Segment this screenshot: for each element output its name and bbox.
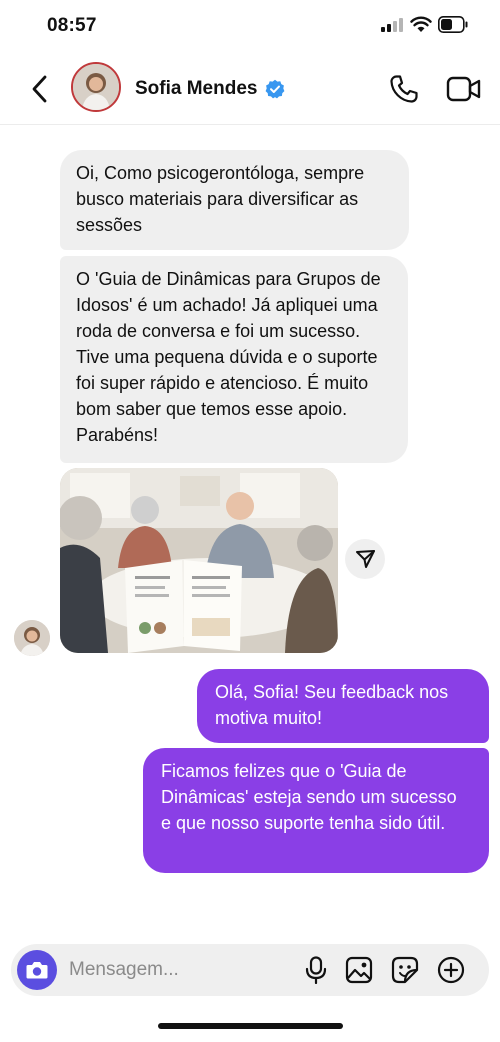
shared-photo[interactable] — [60, 468, 338, 653]
plus-icon[interactable] — [437, 956, 465, 984]
video-camera-icon[interactable] — [446, 73, 482, 105]
status-bar: 08:57 — [0, 0, 500, 54]
avatar[interactable] — [71, 62, 121, 112]
send-icon — [356, 550, 375, 568]
microphone-icon[interactable] — [303, 956, 329, 984]
back-arrow-icon[interactable] — [26, 72, 54, 106]
phone-icon[interactable] — [388, 73, 420, 105]
chat-header: Sofia Mendes — [0, 54, 500, 125]
verified-badge-icon — [265, 79, 285, 99]
sticker-icon[interactable] — [391, 956, 419, 984]
signal-icon — [381, 18, 403, 32]
battery-icon — [438, 16, 468, 33]
status-time: 08:57 — [47, 15, 97, 36]
camera-icon — [26, 962, 48, 979]
camera-button[interactable] — [17, 950, 57, 990]
contact-name[interactable]: Sofia Mendes — [135, 78, 257, 100]
share-button[interactable] — [345, 539, 385, 579]
gallery-icon[interactable] — [345, 956, 373, 984]
message-composer — [11, 944, 489, 996]
outgoing-message[interactable]: Olá, Sofia! Seu feedback nos motiva muit… — [197, 669, 489, 743]
wifi-icon — [410, 16, 432, 32]
sender-avatar[interactable] — [14, 620, 50, 656]
outgoing-message[interactable]: Ficamos felizes que o 'Guia de Dinâmicas… — [143, 748, 489, 873]
incoming-message[interactable]: Oi, Como psicogerontóloga, sempre busco … — [60, 150, 409, 250]
incoming-message[interactable]: O 'Guia de Dinâmicas para Grupos de Idos… — [60, 256, 408, 463]
message-input[interactable] — [69, 953, 289, 987]
home-indicator — [158, 1023, 343, 1029]
